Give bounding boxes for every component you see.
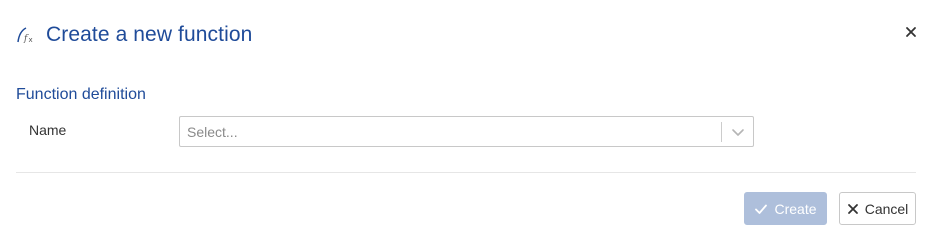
footer-divider [16, 172, 916, 173]
close-icon[interactable] [903, 24, 919, 40]
section-title: Function definition [16, 86, 146, 103]
dialog-header: f x Create a new function [16, 20, 252, 50]
dialog-title: Create a new function [46, 23, 253, 46]
cancel-button-label: Cancel [864, 200, 909, 217]
create-button-label: Create [774, 200, 817, 217]
name-field-label: Name [29, 122, 67, 138]
create-function-dialog: f x Create a new function Function defin… [0, 0, 933, 241]
name-select[interactable]: Select... [179, 116, 754, 147]
check-icon [754, 202, 768, 216]
chevron-down-icon[interactable] [722, 117, 753, 146]
svg-text:x: x [29, 36, 33, 44]
close-icon [847, 203, 859, 215]
name-select-placeholder: Select... [187, 123, 238, 140]
function-fx-icon: f x [16, 25, 36, 45]
create-button[interactable]: Create [744, 192, 827, 225]
cancel-button[interactable]: Cancel [839, 192, 916, 225]
